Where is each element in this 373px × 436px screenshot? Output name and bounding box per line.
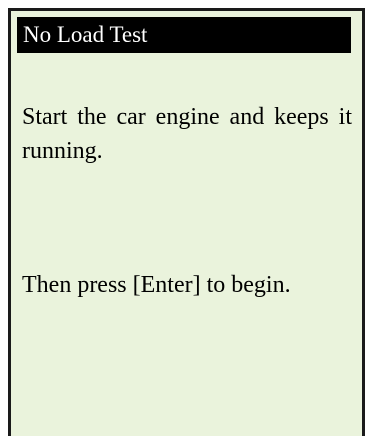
- lcd-screen: [8, 8, 365, 436]
- screen-title: No Load Test: [17, 17, 351, 53]
- instruction-start-engine: Start the car engine and keeps it runnin…: [22, 104, 352, 164]
- instruction-press-enter: Then press [Enter] to begin.: [22, 272, 291, 298]
